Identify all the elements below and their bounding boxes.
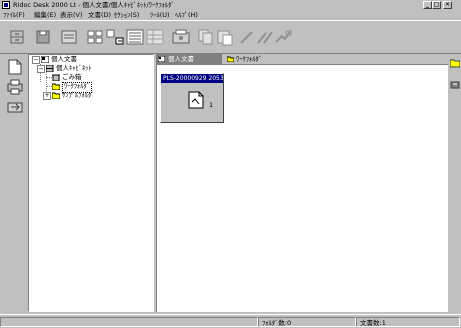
copy-button[interactable] [194, 27, 216, 47]
send-button[interactable] [6, 98, 24, 116]
cabinet-icon [45, 64, 54, 73]
document-tile[interactable]: PLS-20000929 2053.. 1 [160, 73, 224, 123]
details-view-icon [146, 29, 164, 45]
save-icon [36, 30, 50, 44]
trash-icon [52, 74, 60, 82]
send-icon [7, 102, 23, 113]
export-button[interactable] [450, 80, 460, 90]
properties-icon [61, 30, 77, 44]
new-document-button[interactable] [6, 58, 24, 76]
properties-button[interactable] [58, 27, 80, 47]
tree-item-trash[interactable]: ごみ箱 [62, 73, 82, 82]
menu-section[interactable]: ｾｸｼｮﾝ(S) [114, 10, 139, 20]
scan-button[interactable] [170, 27, 192, 47]
title-bar: Ridoc Desk 2000 Lt - 個人文書/個人ｷｬﾋﾞﾈｯﾄ/ﾜｰｸﾌ… [0, 0, 461, 10]
print-button[interactable] [6, 78, 24, 96]
menu-view[interactable]: 表示(V) [60, 10, 83, 20]
print-icon [7, 79, 23, 95]
list-view-button[interactable] [124, 27, 146, 47]
document-icon [186, 90, 206, 110]
maximize-button[interactable]: □ [432, 1, 441, 9]
menu-help[interactable]: ﾍﾙﾌﾟ(H) [175, 10, 198, 20]
small-icons-icon [106, 29, 124, 45]
close-button[interactable]: ✕ [443, 1, 452, 9]
expand-toggle[interactable]: + [43, 92, 51, 100]
paste-icon [217, 30, 233, 46]
app-icon [2, 1, 10, 9]
tree-item-personal-documents[interactable]: 個人文書 [51, 55, 77, 64]
document-title: PLS-20000929 2053.. [161, 74, 223, 83]
minimize-button[interactable]: _ [423, 1, 432, 9]
personal-documents-icon [40, 55, 50, 64]
new-document-icon [8, 59, 22, 75]
details-view-button[interactable] [144, 27, 166, 47]
paste-button[interactable] [214, 27, 236, 47]
collapse-toggle[interactable]: − [32, 56, 40, 64]
right-toolbar [448, 54, 461, 312]
folder-up-button[interactable] [449, 58, 461, 68]
large-icons-button[interactable] [84, 27, 106, 47]
open-folder-icon [226, 56, 235, 63]
collapse-toggle[interactable]: − [37, 65, 45, 73]
document-page-count: 1 [209, 101, 214, 109]
scanner-icon [172, 29, 190, 44]
folder-tree[interactable]: − 個人文書 − 個人ｷｬﾋﾞﾈｯﾄ ごみ箱 ﾜｰｸﾌｫﾙﾀﾞ + ｻﾝﾌﾟﾙﾌ… [28, 54, 154, 312]
cabinet-icon [10, 30, 24, 44]
folder-icon [449, 59, 461, 68]
status-bar: ﾌｫﾙﾀﾞ数:0 文書数:1 [0, 314, 461, 327]
small-icons-button[interactable] [104, 27, 126, 47]
menu-edit[interactable]: 編集(E) [34, 10, 56, 20]
menu-bar: ﾌｧｲﾙ(F) 編集(E) 表示(V) 文書(D) ｾｸｼｮﾝ(S) ﾂｰﾙ(U… [0, 10, 461, 20]
copy-icon [198, 29, 213, 45]
personal-documents-icon [157, 55, 166, 63]
stamp-icon [275, 30, 292, 43]
tab-strip: 個人文書 ﾜｰｸﾌｫﾙﾀﾞ [156, 54, 448, 64]
tab-label: 個人文書 [168, 55, 194, 63]
tab-personal-documents[interactable]: 個人文書 [156, 54, 222, 64]
new-cabinet-button[interactable] [6, 27, 28, 47]
tab-label: ﾜｰｸﾌｫﾙﾀﾞ [236, 55, 262, 63]
menu-file[interactable]: ﾌｧｲﾙ(F) [3, 10, 25, 20]
menu-document[interactable]: 文書(D) [88, 10, 111, 20]
save-button[interactable] [32, 27, 54, 47]
stamp-button[interactable] [272, 27, 294, 47]
tab-work-folder[interactable]: ﾜｰｸﾌｫﾙﾀﾞ [224, 54, 448, 64]
open-folder-icon [51, 83, 61, 91]
menu-tools[interactable]: ﾂｰﾙ(U) [150, 10, 170, 20]
list-view-icon [126, 29, 144, 45]
large-icons-icon [87, 30, 103, 44]
export-icon [450, 81, 460, 89]
tree-item-personal-cabinet[interactable]: 個人ｷｬﾋﾞﾈｯﾄ [56, 64, 92, 73]
tree-item-sample-folder[interactable]: ｻﾝﾌﾟﾙﾌｫﾙﾀﾞ [62, 91, 95, 100]
folder-icon [51, 92, 61, 100]
window-title: Ridoc Desk 2000 Lt - 個人文書/個人ｷｬﾋﾞﾈｯﾄ/ﾜｰｸﾌ… [13, 1, 175, 9]
